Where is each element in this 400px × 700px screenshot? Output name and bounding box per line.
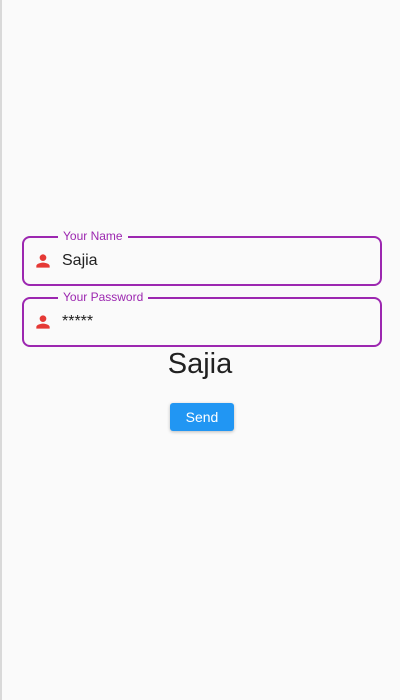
password-field-label: Your Password (58, 290, 149, 304)
name-input[interactable]: Sajia (62, 251, 98, 271)
display-name-text: Sajia (167, 348, 233, 380)
password-field[interactable]: Your Password ***** (22, 290, 382, 347)
password-input[interactable]: ***** (62, 312, 93, 332)
send-button[interactable]: Send (170, 403, 234, 431)
name-field[interactable]: Your Name Sajia (22, 229, 382, 286)
name-field-label: Your Name (58, 229, 128, 243)
person-icon (33, 251, 53, 271)
person-icon (33, 312, 53, 332)
